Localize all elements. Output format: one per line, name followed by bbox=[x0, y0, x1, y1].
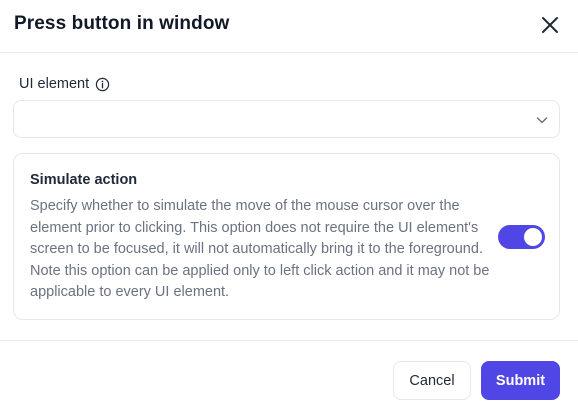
submit-button[interactable]: Submit bbox=[481, 361, 560, 400]
ui-element-label: UI element bbox=[19, 76, 110, 92]
dialog-header: Press button in window bbox=[0, 0, 578, 53]
chevron-down-icon bbox=[536, 117, 548, 124]
toggle-knob bbox=[524, 228, 542, 246]
dialog-title: Press button in window bbox=[14, 13, 230, 34]
simulate-action-description: Specify whether to simulate the move of … bbox=[30, 198, 490, 300]
simulate-action-toggle[interactable] bbox=[498, 225, 545, 249]
ui-element-select[interactable] bbox=[13, 100, 560, 138]
info-icon[interactable] bbox=[95, 77, 110, 92]
simulate-action-title: Simulate action bbox=[30, 172, 138, 188]
footer-divider bbox=[0, 340, 578, 341]
close-icon bbox=[542, 17, 558, 33]
ui-element-label-text: UI element bbox=[19, 76, 90, 92]
simulate-action-card: Simulate action Specify whether to simul… bbox=[13, 153, 560, 320]
cancel-button[interactable]: Cancel bbox=[393, 361, 471, 400]
close-button[interactable] bbox=[536, 11, 564, 39]
